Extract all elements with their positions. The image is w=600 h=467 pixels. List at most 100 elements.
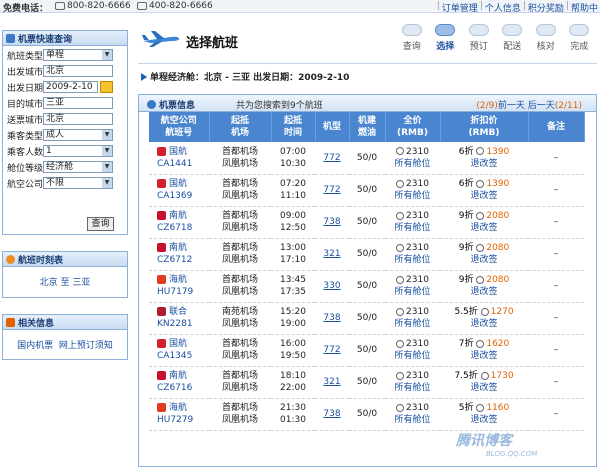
note: – <box>553 152 559 163</box>
all-cabins-link[interactable]: 所有舱位 <box>385 190 440 202</box>
step-indicator <box>569 24 590 36</box>
link-orders[interactable]: 订单管理 <box>442 1 478 14</box>
discount-price-radio[interactable] <box>476 403 485 412</box>
full-price-radio[interactable] <box>396 179 405 188</box>
aircraft-model-link[interactable]: 321 <box>323 377 340 387</box>
form-row: 舱位等级 经济舱 <box>7 160 127 174</box>
aircraft-model-link[interactable]: 738 <box>323 409 340 419</box>
aircraft-model-link[interactable]: 738 <box>323 313 340 323</box>
discount-price-radio[interactable] <box>480 371 489 380</box>
aircraft-model-link[interactable]: 738 <box>323 217 340 227</box>
select-field[interactable]: 1 <box>43 145 113 157</box>
aircraft-model-link[interactable]: 330 <box>323 281 340 291</box>
input-field[interactable]: 北京 <box>43 65 113 77</box>
aircraft-model-link[interactable]: 772 <box>323 185 340 195</box>
column-header: 机建 燃油 <box>349 112 386 142</box>
full-price-radio[interactable] <box>396 243 405 252</box>
input-field[interactable]: 北京 <box>43 113 113 125</box>
aircraft-model-link[interactable]: 772 <box>323 153 340 163</box>
full-price-radio[interactable] <box>396 275 405 284</box>
link-domestic-tickets[interactable]: 国内机票 <box>17 341 53 351</box>
discount-price: 2080 <box>486 275 510 285</box>
full-price-radio[interactable] <box>396 371 405 380</box>
step-indicator <box>535 24 556 36</box>
discount-price-radio[interactable] <box>480 307 489 316</box>
link-help[interactable]: 帮助中 <box>571 1 598 14</box>
link-points[interactable]: 积分奖励 <box>528 1 564 14</box>
related-header: 相关信息 <box>3 315 127 330</box>
flight-number: CA1345 <box>157 351 193 361</box>
full-price: 2310 <box>406 403 429 413</box>
refund-rule-link[interactable]: 退改签 <box>440 190 528 202</box>
refund-rule-link[interactable]: 退改签 <box>440 382 528 394</box>
all-cabins-link[interactable]: 所有舱位 <box>385 350 440 362</box>
link-booking-notice[interactable]: 网上预订须知 <box>59 341 113 351</box>
refund-rule-link[interactable]: 退改签 <box>440 350 528 362</box>
arr-time: 17:35 <box>280 287 306 297</box>
column-header: 机型 <box>315 112 350 142</box>
full-price-radio[interactable] <box>396 211 405 220</box>
form-row: 乘客类型 成人 <box>7 128 127 142</box>
airline-name: 南航 <box>169 243 188 253</box>
select-field[interactable]: 单程 <box>43 49 113 61</box>
refund-rule-link[interactable]: 退改签 <box>440 158 528 170</box>
select-field[interactable]: 不限 <box>43 177 113 189</box>
table-row: 国航 CA1345 首都机场 凤凰机场 16:00 19:50 772 50/0 2310 所有舱… <box>149 334 584 367</box>
aircraft-model-link[interactable]: 321 <box>323 249 340 259</box>
refund-rule-link[interactable]: 退改签 <box>440 318 528 330</box>
discount-price-radio[interactable] <box>476 147 485 156</box>
phone-number-2: 400-820-6666 <box>137 1 213 11</box>
select-field[interactable]: 成人 <box>43 129 113 141</box>
form-label: 出发日期 <box>7 83 44 94</box>
prev-day-link[interactable]: 前一天 <box>498 101 525 111</box>
arr-time: 01:30 <box>280 415 306 425</box>
discount-price-radio[interactable] <box>476 179 485 188</box>
link-profile[interactable]: 个人信息 <box>485 1 521 14</box>
full-price-radio[interactable] <box>396 147 405 156</box>
step-1: 选择 <box>429 24 463 52</box>
timetable-panel: 航班时刻表 北京 至 三亚 <box>2 251 128 298</box>
discount-price-radio[interactable] <box>476 275 485 284</box>
form-row: 出发日期 2009-2-10 <box>7 80 127 94</box>
note: – <box>553 185 559 195</box>
progress-steps: 查询 选择 预订 配送 核对 完成 <box>395 24 596 52</box>
flight-number: HU7279 <box>157 415 194 425</box>
full-price-radio[interactable] <box>396 339 405 348</box>
discount-price-radio[interactable] <box>476 243 485 252</box>
full-price: 2310 <box>406 243 429 253</box>
input-field[interactable]: 2009-2-10 <box>43 81 98 93</box>
refund-rule-link[interactable]: 退改签 <box>440 286 528 298</box>
form-label: 舱位等级 <box>7 163 44 174</box>
all-cabins-link[interactable]: 所有舱位 <box>385 382 440 394</box>
next-day-link[interactable]: 后一天 <box>528 101 555 111</box>
calendar-icon[interactable] <box>100 81 113 93</box>
query-button[interactable]: 查询 <box>87 217 114 231</box>
timetable-link[interactable]: 北京 至 三亚 <box>3 275 127 288</box>
all-cabins-link[interactable]: 所有舱位 <box>385 318 440 330</box>
quick-search-header: 机票快速查询 <box>3 31 127 46</box>
all-cabins-link[interactable]: 所有舱位 <box>385 158 440 170</box>
flights-header: 机票信息 共为您搜索到9个航班 (2/9)前一天 后一天(2/11) <box>139 95 596 112</box>
step-3: 配送 <box>496 24 530 52</box>
airline-logo-icon <box>157 371 166 380</box>
form-row: 航班类型 单程 <box>7 48 127 62</box>
input-field[interactable]: 三亚 <box>43 97 113 109</box>
table-row: 南航 CZ6718 首都机场 凤凰机场 09:00 12:50 738 50/0 2310 所有舱… <box>149 206 584 239</box>
dep-airport: 首都机场 <box>221 243 258 253</box>
full-price-radio[interactable] <box>396 403 405 412</box>
discount-price-radio[interactable] <box>476 339 485 348</box>
aircraft-model-link[interactable]: 772 <box>323 345 340 355</box>
refund-rule-link[interactable]: 退改签 <box>440 414 528 426</box>
step-indicator <box>435 24 456 36</box>
all-cabins-link[interactable]: 所有舱位 <box>385 222 440 234</box>
select-field[interactable]: 经济舱 <box>43 161 113 173</box>
dep-time: 13:45 <box>280 275 306 285</box>
column-header: 航空公司 航班号 <box>149 112 210 142</box>
all-cabins-link[interactable]: 所有舱位 <box>385 254 440 266</box>
refund-rule-link[interactable]: 退改签 <box>440 254 528 266</box>
discount-price-radio[interactable] <box>476 211 485 220</box>
refund-rule-link[interactable]: 退改签 <box>440 222 528 234</box>
all-cabins-link[interactable]: 所有舱位 <box>385 286 440 298</box>
all-cabins-link[interactable]: 所有舱位 <box>385 414 440 426</box>
full-price-radio[interactable] <box>396 307 405 316</box>
